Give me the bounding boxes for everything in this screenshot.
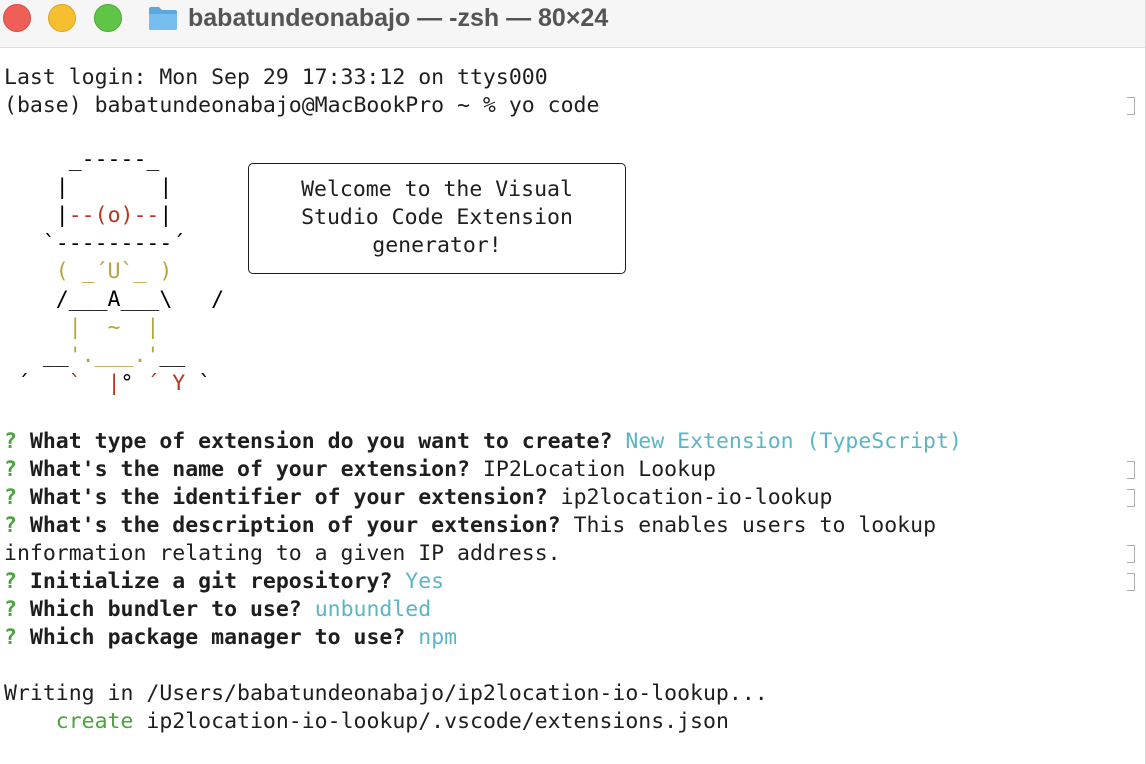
line-mark-icon <box>1127 97 1135 115</box>
line-mark-icon <box>1127 573 1135 591</box>
command-prompt-line: (base) babatundeonabajo@MacBookPro ~ % y… <box>4 93 600 118</box>
line-mark-icon <box>1127 461 1135 479</box>
writing-line: Writing in /Users/babatundeonabajo/ip2lo… <box>4 681 768 706</box>
ascii-art-line: _-----_ <box>4 147 160 172</box>
close-button[interactable] <box>3 4 31 32</box>
prompt-line: ? What's the identifier of your extensio… <box>4 485 833 510</box>
terminal-output[interactable]: Last login: Mon Sep 29 17:33:12 on ttys0… <box>0 48 1145 764</box>
prompt-line: ? What's the description of your extensi… <box>4 513 937 538</box>
ascii-art-line: ( _´U`_ ) <box>4 259 173 284</box>
welcome-text: Studio Code Extension <box>301 205 573 230</box>
terminal-window: babatundeonabajo — -zsh — 80×24 Last log… <box>0 0 1146 764</box>
ascii-art-line: | ~ | <box>4 315 160 340</box>
prompt-line: ? Which package manager to use? npm <box>4 625 458 650</box>
folder-icon <box>149 7 177 30</box>
prompt-line: ? What type of extension do you want to … <box>4 429 962 454</box>
title-bar[interactable]: babatundeonabajo — -zsh — 80×24 <box>0 0 1145 48</box>
welcome-text: generator! <box>372 233 502 258</box>
zoom-button[interactable] <box>94 4 122 32</box>
last-login-line: Last login: Mon Sep 29 17:33:12 on ttys0… <box>4 65 548 90</box>
ascii-art-line: __'.___.'__ <box>4 343 186 368</box>
minimize-button[interactable] <box>48 4 76 32</box>
line-mark-icon <box>1127 489 1135 507</box>
welcome-text: Welcome to the Visual <box>301 177 573 202</box>
prompt-line: ? What's the name of your extension? IP2… <box>4 457 716 482</box>
ascii-art-line: | | <box>4 175 173 200</box>
ascii-art-line: `---------´ <box>4 231 186 256</box>
line-mark-icon <box>1127 545 1135 563</box>
ascii-art-line: /___A___\ / <box>4 287 225 312</box>
window-title: babatundeonabajo — -zsh — 80×24 <box>188 4 609 32</box>
ascii-art-line: ´ ` |° ´ Y ` <box>4 371 212 396</box>
welcome-speech-bubble: Welcome to the Visual Studio Code Extens… <box>248 163 626 274</box>
prompt-line: ? Which bundler to use? unbundled <box>4 597 432 622</box>
ascii-art-line: |--(o)--| <box>4 203 173 228</box>
description-continued-line: information relating to a given IP addre… <box>4 541 561 566</box>
create-line: create ip2location-io-lookup/.vscode/ext… <box>55 709 729 734</box>
prompt-line: ? Initialize a git repository? Yes <box>4 569 445 594</box>
